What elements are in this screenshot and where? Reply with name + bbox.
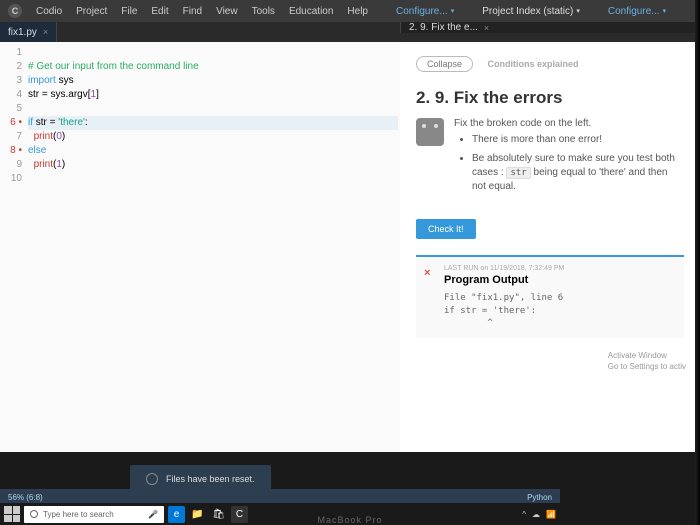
macbook-label: MacBook Pro [317,515,382,525]
intro-text: Fix the broken code on the left. [454,118,684,129]
toast-text: Files have been reset. [166,474,255,484]
close-output-icon[interactable]: × [424,267,430,279]
conditions-link[interactable]: Conditions explained [487,59,578,69]
tab-guide[interactable]: 2. 9. Fix the e... × [400,22,700,33]
status-position: 56% (6:8) [8,493,43,502]
menu-edit[interactable]: Edit [151,6,168,17]
search-icon [30,510,38,518]
tab-guide-label: 2. 9. Fix the e... [409,22,478,33]
tray-up-icon[interactable]: ^ [522,510,526,519]
windows-watermark: Activate WindowGo to Settings to activ [608,351,686,372]
menu-find[interactable]: Find [183,6,202,17]
output-text: File "fix1.py", line 6 if str = 'there':… [444,292,674,330]
program-output-box: × LAST RUN on 11/19/2018, 7:32:49 PM Pro… [416,255,684,338]
collapse-button[interactable]: Collapse [416,56,473,72]
output-title: Program Output [444,274,674,286]
configure-dropdown-1[interactable]: Configure... [396,6,454,17]
menu-project[interactable]: Project [76,6,107,17]
tray-cloud-icon[interactable]: ☁ [532,510,540,519]
output-meta: LAST RUN on 11/19/2018, 7:32:49 PM [444,265,674,272]
codio-logo-icon: C [8,4,22,18]
tab-editor[interactable]: fix1.py × [0,22,57,42]
menu-education[interactable]: Education [289,6,333,17]
menu-tools[interactable]: Tools [252,6,275,17]
tab-editor-label: fix1.py [8,27,37,38]
store-icon[interactable]: 🛍 [210,506,227,523]
code-editor[interactable]: 123456 •78 •910 # Get our input from the… [0,42,400,452]
instruction-bullet: Be absolutely sure to make sure you test… [472,152,684,194]
search-input[interactable]: Type here to search 🎤 [24,506,164,523]
windows-start-icon[interactable] [4,506,20,522]
project-index-dropdown[interactable]: Project Index (static) [482,6,580,17]
menu-app[interactable]: Codio [36,6,62,17]
system-tray[interactable]: ^ ☁ 📶 [522,510,556,519]
instruction-bullet: There is more than one error! [472,133,684,147]
menu-file[interactable]: File [121,6,137,17]
robot-icon [416,118,444,146]
codio-taskbar-icon[interactable]: C [231,506,248,523]
close-icon[interactable]: × [484,23,489,33]
mic-icon[interactable]: 🎤 [148,510,158,519]
menu-view[interactable]: View [216,6,238,17]
page-title: 2. 9. Fix the errors [416,88,684,108]
configure-dropdown-2[interactable]: Configure... [608,6,666,17]
status-language[interactable]: Python [527,493,552,502]
file-explorer-icon[interactable]: 📁 [189,506,206,523]
menu-help[interactable]: Help [347,6,368,17]
edge-icon[interactable]: e [168,506,185,523]
close-icon[interactable]: × [43,27,48,37]
check-it-button[interactable]: Check It! [416,219,476,239]
tray-wifi-icon[interactable]: 📶 [546,510,556,519]
